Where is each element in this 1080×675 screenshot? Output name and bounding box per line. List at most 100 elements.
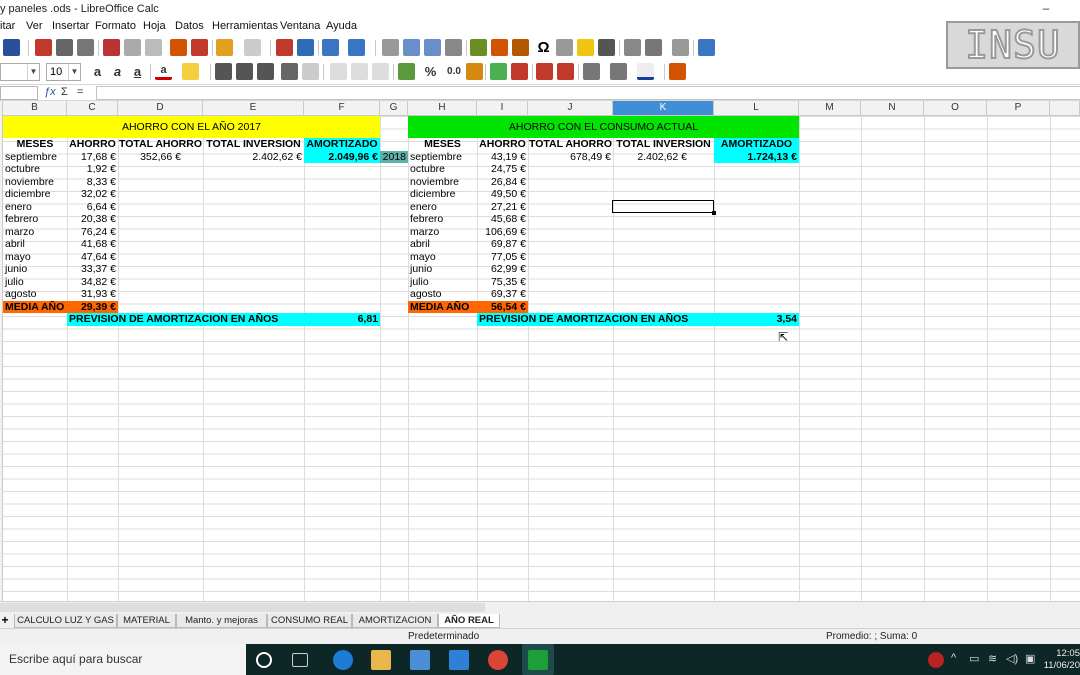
chevron-down-icon[interactable]: ▼ [68, 64, 80, 80]
column-header-f[interactable]: F [304, 101, 380, 116]
ahorro-cell[interactable]: 31,93 € [67, 288, 118, 301]
menu-ver[interactable]: Ver [26, 20, 43, 32]
right-amortizado[interactable]: 1.724,13 € [714, 150, 799, 163]
align-top-icon[interactable] [330, 63, 347, 80]
ahorro-cell[interactable]: 69,87 € [477, 238, 528, 251]
conditional-format-icon[interactable] [669, 63, 686, 80]
left-header-amortizado[interactable]: AMORTIZADO [304, 138, 380, 151]
column-header-h[interactable]: H [408, 101, 477, 116]
column-header-q[interactable] [1050, 101, 1080, 116]
ahorro-cell[interactable]: 26,84 € [477, 176, 528, 189]
left-media-value[interactable]: 29,39 € [67, 300, 118, 313]
month-cell[interactable]: abril [408, 238, 477, 251]
ahorro-cell[interactable]: 41,68 € [67, 238, 118, 251]
border-color-icon[interactable] [637, 63, 654, 80]
print-preview-icon[interactable] [77, 39, 94, 56]
ahorro-cell[interactable]: 43,19 € [477, 151, 528, 164]
show-draw-functions-icon[interactable] [698, 39, 715, 56]
month-cell[interactable]: diciembre [3, 188, 67, 201]
chevron-down-icon[interactable]: ▼ [27, 64, 39, 80]
month-cell[interactable]: enero [3, 201, 67, 214]
right-prevision-value[interactable]: 3,54 [714, 313, 799, 326]
menu-editar[interactable]: itar [0, 20, 15, 32]
column-header-o[interactable]: O [924, 101, 987, 116]
increase-indent-icon[interactable] [536, 63, 553, 80]
ahorro-cell[interactable]: 32,02 € [67, 188, 118, 201]
left-amortizado[interactable]: 2.049,96 € [304, 150, 380, 163]
column-header-k[interactable]: K [613, 101, 714, 116]
right-media-label[interactable]: MEDIA AÑO [408, 300, 477, 313]
right-header-total-ahorro[interactable]: TOTAL AHORRO [528, 138, 613, 151]
column-header-e[interactable]: E [203, 101, 304, 116]
bold-icon[interactable]: a [89, 63, 106, 80]
column-header-c[interactable]: C [67, 101, 118, 116]
month-cell[interactable]: noviembre [408, 176, 477, 189]
redo-icon[interactable] [244, 39, 261, 56]
column-header-m[interactable]: M [799, 101, 861, 116]
autofilter-icon[interactable] [445, 39, 462, 56]
sum-icon[interactable]: Σ [61, 86, 68, 98]
month-cell[interactable]: enero [408, 201, 477, 214]
underline-icon[interactable]: a [129, 63, 146, 80]
sort-descending-icon[interactable] [424, 39, 441, 56]
align-right-icon[interactable] [257, 63, 274, 80]
number-format-icon[interactable]: 0.0 [443, 63, 465, 80]
spreadsheet-grid[interactable] [3, 116, 1080, 601]
column-header-n[interactable]: N [861, 101, 924, 116]
column-header-g[interactable]: G [380, 101, 408, 116]
left-header-meses[interactable]: MESES [3, 138, 67, 151]
edge-icon[interactable] [333, 650, 353, 670]
ahorro-cell[interactable]: 8,33 € [67, 176, 118, 189]
month-cell[interactable]: diciembre [408, 188, 477, 201]
column-header-l[interactable]: L [714, 101, 799, 116]
sort-icon[interactable] [382, 39, 399, 56]
pivot-table-icon[interactable] [512, 39, 529, 56]
month-cell[interactable]: octubre [408, 163, 477, 176]
add-sheet-button[interactable]: + [0, 614, 10, 628]
ahorro-cell[interactable]: 75,35 € [477, 276, 528, 289]
right-total-ahorro[interactable]: 678,49 € [528, 151, 613, 164]
minimize-button[interactable]: – [1026, 0, 1066, 18]
libreoffice-calc-icon[interactable] [528, 650, 548, 670]
undo-icon[interactable] [216, 39, 233, 56]
year-marker[interactable]: 2018 [380, 150, 408, 163]
left-header-total-ahorro[interactable]: TOTAL AHORRO [118, 138, 203, 151]
horizontal-scrollbar[interactable] [0, 603, 485, 612]
month-cell[interactable]: marzo [3, 226, 67, 239]
right-header-total-inversion[interactable]: TOTAL INVERSION [613, 138, 714, 151]
left-header-total-inversion[interactable]: TOTAL INVERSION [203, 138, 304, 151]
tray-app-icon[interactable] [928, 652, 944, 668]
ahorro-cell[interactable]: 77,05 € [477, 251, 528, 264]
ahorro-cell[interactable]: 34,82 € [67, 276, 118, 289]
month-cell[interactable]: septiembre [408, 151, 477, 164]
task-view-icon[interactable] [292, 653, 308, 667]
decrease-indent-icon[interactable] [557, 63, 574, 80]
mail-icon[interactable] [449, 650, 469, 670]
wifi-icon[interactable]: ≋ [988, 652, 997, 665]
left-total-inversion[interactable]: 2.402,62 € [203, 151, 304, 164]
ahorro-cell[interactable]: 33,37 € [67, 263, 118, 276]
center-vertically-icon[interactable] [351, 63, 368, 80]
page-style[interactable]: Predeterminado [408, 631, 479, 642]
right-table-title[interactable]: AHORRO CON EL CONSUMO ACTUAL [408, 116, 799, 138]
copy-icon[interactable] [124, 39, 141, 56]
left-header-ahorro[interactable]: AHORRO [67, 138, 118, 151]
month-cell[interactable]: septiembre [3, 151, 67, 164]
font-color-icon[interactable]: a [155, 63, 172, 80]
volume-icon[interactable]: ◁) [1006, 652, 1018, 665]
menu-datos[interactable]: Datos [175, 20, 204, 32]
column-header-b[interactable]: B [3, 101, 67, 116]
tab-amortizacion[interactable]: AMORTIZACION [352, 614, 438, 628]
ahorro-cell[interactable]: 45,68 € [477, 213, 528, 226]
cut-icon[interactable] [103, 39, 120, 56]
find-replace-icon[interactable] [276, 39, 293, 56]
sort-ascending-icon[interactable] [403, 39, 420, 56]
month-cell[interactable]: febrero [408, 213, 477, 226]
battery-icon[interactable]: ▭ [969, 652, 979, 665]
ahorro-cell[interactable]: 76,24 € [67, 226, 118, 239]
system-clock[interactable]: 12:05 11/06/20 [1042, 648, 1080, 672]
month-cell[interactable]: julio [3, 276, 67, 289]
tab-manto-y-mejoras[interactable]: Manto. y mejoras [176, 614, 267, 628]
right-header-meses[interactable]: MESES [408, 138, 477, 151]
formula-equals-icon[interactable]: = [77, 86, 83, 98]
